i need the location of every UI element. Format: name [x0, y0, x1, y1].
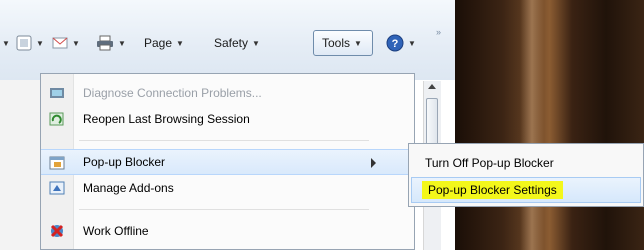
submenu-item-popup-blocker-settings[interactable]: Pop-up Blocker Settings [411, 177, 641, 203]
scroll-up-arrow[interactable] [428, 84, 436, 89]
menu-item-popup-blocker[interactable]: Pop-up Blocker [41, 149, 414, 175]
addons-icon [49, 181, 65, 195]
work-offline-icon [50, 224, 64, 238]
chevron-down-icon: ▼ [176, 38, 184, 48]
tools-menu-button[interactable]: Tools ▼ [313, 30, 373, 56]
page-menu-button[interactable]: Page ▼ [144, 31, 184, 55]
back-arrow-button[interactable]: ▼ [0, 31, 10, 55]
submenu-item-turn-off-popup-blocker[interactable]: Turn Off Pop-up Blocker [409, 150, 643, 176]
feeds-icon [16, 35, 32, 51]
menu-item-label: Diagnose Connection Problems... [83, 86, 262, 100]
popup-blocker-icon [49, 156, 65, 170]
read-mail-button[interactable]: ▼ [52, 31, 80, 55]
tools-menu-label: Tools [322, 36, 351, 50]
menu-item-label: Manage Add-ons [83, 181, 174, 195]
chevron-down-icon: ▼ [354, 38, 362, 48]
menu-item-label: Pop-up Blocker [83, 155, 166, 169]
submenu-item-label: Turn Off Pop-up Blocker [425, 156, 554, 170]
diagnose-icon [50, 88, 64, 98]
menu-item-label: Reopen Last Browsing Session [83, 112, 250, 126]
highlighted-label: Pop-up Blocker Settings [422, 181, 563, 199]
reopen-session-icon [49, 112, 64, 126]
chevron-down-icon: ▼ [72, 38, 80, 48]
background-image [455, 0, 644, 250]
mail-icon [52, 37, 68, 49]
print-icon [97, 35, 113, 51]
menu-item-work-offline[interactable]: Work Offline [41, 218, 414, 244]
menu-separator [79, 140, 369, 141]
print-button[interactable]: ▼ [96, 31, 126, 55]
page-menu-label: Page [144, 36, 173, 50]
menu-item-diagnose-connection[interactable]: Diagnose Connection Problems... [41, 80, 414, 106]
menu-item-manage-addons[interactable]: Manage Add-ons [41, 175, 414, 201]
command-bar: ▼ ▼ ▼ ▼ Page ▼ Safety ▼ Tools ▼ ? ▼ » [0, 0, 455, 80]
chevron-down-icon: ▼ [252, 38, 260, 48]
help-icon: ? [386, 34, 404, 52]
safety-menu-label: Safety [214, 36, 249, 50]
chevron-down-icon: ▼ [118, 38, 126, 48]
background-image-shine [520, 0, 544, 250]
svg-text:?: ? [392, 38, 399, 50]
page-left-strip [0, 80, 40, 250]
help-button[interactable]: ? ▼ [386, 31, 416, 55]
submenu-item-label: Pop-up Blocker Settings [422, 181, 563, 199]
menu-item-label: Work Offline [83, 224, 149, 238]
tools-menu: Diagnose Connection Problems... Reopen L… [40, 73, 415, 250]
feeds-button[interactable]: ▼ [16, 31, 44, 55]
chevron-down-icon: ▼ [36, 38, 44, 48]
submenu-arrow-icon [371, 158, 376, 168]
toolbar-overflow-chevron[interactable]: » [436, 27, 441, 37]
menu-item-reopen-session[interactable]: Reopen Last Browsing Session [41, 106, 414, 132]
menu-separator [79, 209, 369, 210]
chevron-down-icon: ▼ [408, 38, 416, 48]
safety-menu-button[interactable]: Safety ▼ [214, 31, 260, 55]
popup-blocker-submenu: Turn Off Pop-up Blocker Pop-up Blocker S… [408, 143, 644, 207]
